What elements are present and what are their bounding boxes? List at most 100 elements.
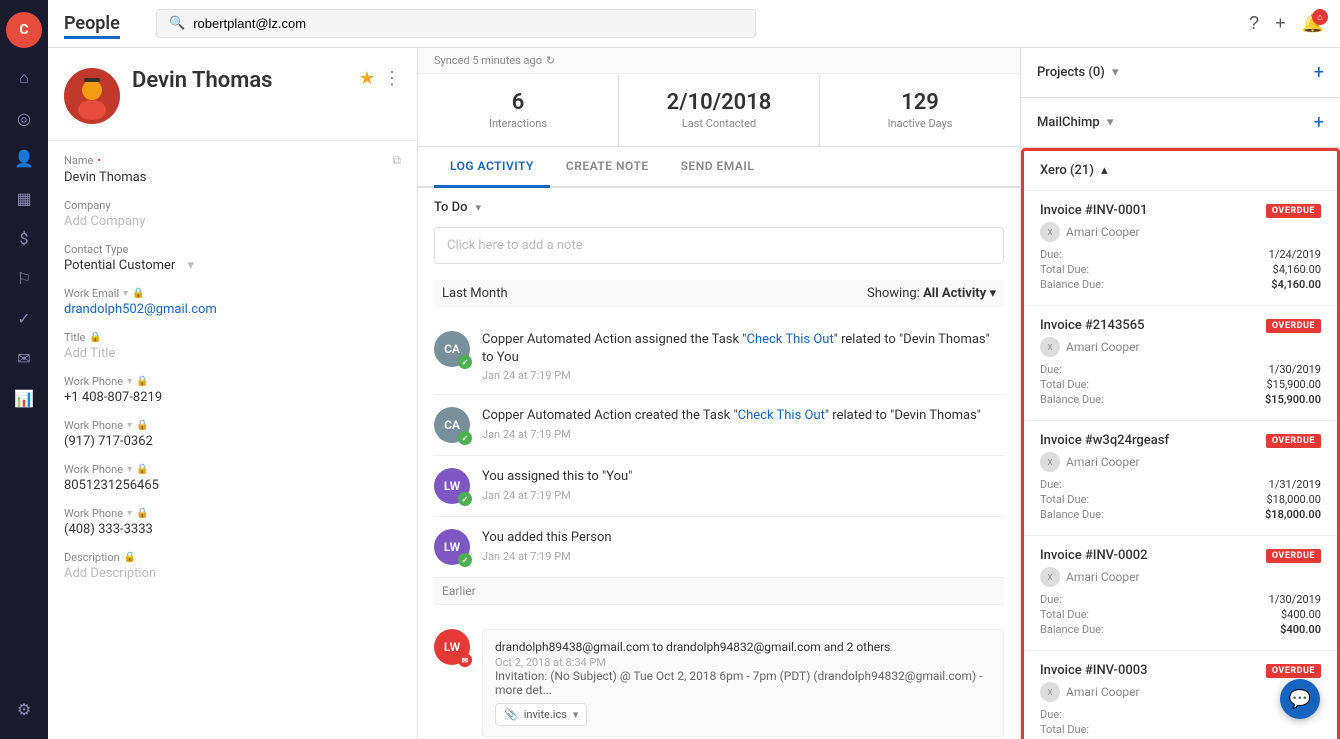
nav-contacts[interactable]: 👤 bbox=[6, 140, 42, 176]
email-from: drandolph89438@gmail.com to drandolph948… bbox=[495, 640, 991, 654]
tab-send-email[interactable]: SEND EMAIL bbox=[665, 147, 771, 188]
nav-analytics[interactable]: 📊 bbox=[6, 380, 42, 416]
add-button[interactable]: + bbox=[1275, 13, 1286, 34]
total-due-label-3: Total Due: bbox=[1040, 493, 1089, 506]
activity-item-4: LW ✓ You added this Person Jan 24 at 7:1… bbox=[434, 517, 1004, 578]
activity-link-1[interactable]: Check This Out bbox=[746, 332, 833, 347]
synced-bar: Synced 5 minutes ago ↻ bbox=[418, 48, 1020, 74]
stat-inactive-days: 129 Inactive Days bbox=[820, 74, 1020, 146]
todo-dropdown-icon[interactable]: ▾ bbox=[476, 201, 482, 214]
balance-due-value-3: $18,000.00 bbox=[1265, 508, 1321, 521]
notification-count: ⌂ bbox=[1312, 9, 1328, 25]
activity-avatar-3: LW ✓ bbox=[434, 468, 470, 504]
balance-due-label-3: Balance Due: bbox=[1040, 508, 1104, 521]
attachment-name: invite.ics bbox=[524, 708, 567, 721]
page-title: People bbox=[64, 13, 144, 34]
help-button[interactable]: ? bbox=[1249, 13, 1259, 34]
required-indicator: • bbox=[97, 154, 101, 167]
total-due-label-2: Total Due: bbox=[1040, 378, 1089, 391]
search-input[interactable] bbox=[193, 16, 743, 31]
star-icon[interactable]: ★ bbox=[359, 68, 375, 89]
activity-item-2: CA ✓ Copper Automated Action created the… bbox=[434, 395, 1004, 456]
dropdown-arrow-ph2[interactable]: ▾ bbox=[127, 420, 132, 431]
mailchimp-chevron: ▾ bbox=[1107, 115, 1114, 130]
field-work-phone-2: Work Phone ▾ 🔒 (917) 717-0362 bbox=[64, 419, 401, 449]
attachment-dropdown-icon[interactable]: ▾ bbox=[573, 708, 579, 721]
nav-eye[interactable]: ◎ bbox=[6, 100, 42, 136]
work-phone-1-value: +1 408-807-8219 bbox=[64, 390, 401, 405]
mailchimp-section: MailChimp ▾ + bbox=[1021, 98, 1340, 148]
mailchimp-header[interactable]: MailChimp ▾ + bbox=[1021, 98, 1340, 147]
overdue-badge-1: OVERDUE bbox=[1266, 204, 1321, 218]
todo-label[interactable]: To Do bbox=[434, 200, 468, 215]
logo-icon[interactable]: C bbox=[6, 12, 42, 48]
showing-value[interactable]: All Activity bbox=[923, 286, 986, 301]
name-field-value: Devin Thomas bbox=[64, 170, 401, 185]
lock-icon-ph3: 🔒 bbox=[136, 464, 148, 475]
email-attachment[interactable]: 📎 invite.ics ▾ bbox=[495, 703, 587, 726]
invoice-item-4: Invoice #INV-0002 OVERDUE X Amari Cooper… bbox=[1024, 536, 1337, 651]
field-work-phone-3: Work Phone ▾ 🔒 8051231256465 bbox=[64, 463, 401, 493]
dropdown-arrow-ph4[interactable]: ▾ bbox=[127, 508, 132, 519]
description-field-value[interactable]: Add Description bbox=[64, 566, 401, 581]
total-due-value-4: $400.00 bbox=[1281, 608, 1321, 621]
activity-link-2[interactable]: Check This Out bbox=[738, 408, 825, 423]
total-due-value-1: $4,160.00 bbox=[1273, 263, 1321, 276]
badge-icon-3: ✓ bbox=[458, 492, 472, 506]
title-field-value[interactable]: Add Title bbox=[64, 346, 401, 361]
name-field-label: Name bbox=[64, 154, 93, 167]
xero-header[interactable]: Xero (21) ▴ bbox=[1024, 151, 1337, 191]
nav-chart[interactable]: ▦ bbox=[6, 180, 42, 216]
nav-check[interactable]: ✓ bbox=[6, 300, 42, 336]
more-options-icon[interactable]: ⋮ bbox=[383, 68, 401, 89]
chat-button[interactable]: 💬 bbox=[1280, 679, 1320, 719]
sync-icon[interactable]: ↻ bbox=[546, 54, 555, 67]
contact-name-area: Devin Thomas bbox=[132, 68, 347, 93]
contact-type-label: Contact Type bbox=[64, 243, 401, 256]
projects-add-button[interactable]: + bbox=[1314, 62, 1324, 83]
email-activity: drandolph89438@gmail.com to drandolph948… bbox=[482, 629, 1004, 737]
dropdown-arrow-ph1[interactable]: ▾ bbox=[127, 376, 132, 387]
mailchimp-add-button[interactable]: + bbox=[1314, 112, 1324, 133]
dropdown-arrow-icon-email[interactable]: ▾ bbox=[123, 288, 128, 299]
company-field-value[interactable]: Add Company bbox=[64, 214, 401, 229]
work-phone-3-value: 8051231256465 bbox=[64, 478, 401, 493]
invoice-number-3: Invoice #w3q24rgeasf bbox=[1040, 433, 1169, 448]
field-description: Description 🔒 Add Description bbox=[64, 551, 401, 581]
nav-settings[interactable]: ⚙ bbox=[6, 691, 42, 727]
company-field-label: Company bbox=[64, 199, 401, 212]
xero-logo-4: X bbox=[1040, 567, 1060, 587]
work-email-value[interactable]: drandolph502@gmail.com bbox=[64, 302, 217, 317]
projects-header[interactable]: Projects (0) ▾ + bbox=[1021, 48, 1340, 97]
stat-last-contacted: 2/10/2018 Last Contacted bbox=[619, 74, 820, 146]
overdue-badge-2: OVERDUE bbox=[1266, 319, 1321, 333]
dropdown-arrow-icon[interactable]: ▾ bbox=[187, 258, 194, 273]
total-due-label-5: Total Due: bbox=[1040, 723, 1089, 736]
copy-icon[interactable]: ⧉ bbox=[392, 153, 401, 168]
xero-logo-1: X bbox=[1040, 222, 1060, 242]
notification-area[interactable]: 🔔 ⌂ bbox=[1302, 13, 1324, 34]
nav-briefcase[interactable]: ⚐ bbox=[6, 260, 42, 296]
tab-log-activity[interactable]: LOG ACTIVITY bbox=[434, 147, 550, 188]
balance-due-label-4: Balance Due: bbox=[1040, 623, 1104, 636]
activity-content-1: Copper Automated Action assigned the Tas… bbox=[482, 331, 1004, 382]
email-activity-item: LW ✉ drandolph89438@gmail.com to drandol… bbox=[434, 617, 1004, 739]
note-input[interactable]: Click here to add a note bbox=[434, 227, 1004, 264]
field-company: Company Add Company bbox=[64, 199, 401, 229]
xero-chevron: ▴ bbox=[1101, 163, 1108, 178]
tab-create-note[interactable]: CREATE NOTE bbox=[550, 147, 665, 188]
lock-icon-desc: 🔒 bbox=[124, 552, 136, 563]
nav-dollar[interactable]: $ bbox=[6, 220, 42, 256]
email-time: Oct 2, 2018 at 8:34 PM bbox=[495, 656, 991, 669]
dropdown-arrow-ph3[interactable]: ▾ bbox=[127, 464, 132, 475]
contact-header-actions: ★ ⋮ bbox=[359, 68, 401, 89]
overdue-badge-3: OVERDUE bbox=[1266, 434, 1321, 448]
nav-home[interactable]: ⌂ bbox=[6, 60, 42, 96]
contact-name: Devin Thomas bbox=[132, 68, 347, 93]
field-contact-type: Contact Type Potential Customer ▾ bbox=[64, 243, 401, 273]
activity-time-1: Jan 24 at 7:19 PM bbox=[482, 369, 1004, 382]
avatar bbox=[64, 68, 120, 124]
contact-header: Devin Thomas ★ ⋮ bbox=[48, 48, 417, 141]
nav-email[interactable]: ✉ bbox=[6, 340, 42, 376]
search-bar[interactable]: 🔍 bbox=[156, 9, 756, 38]
